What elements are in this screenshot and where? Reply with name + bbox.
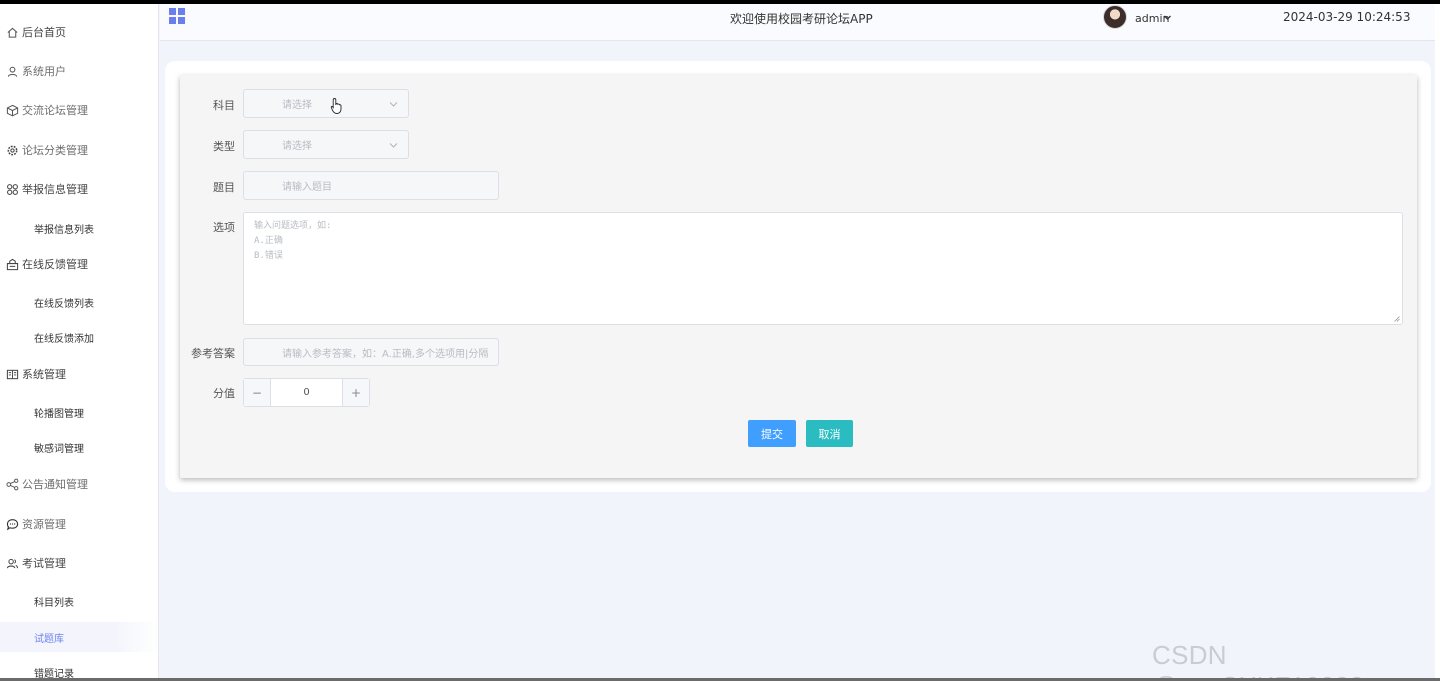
sidebar-item-exam[interactable]: 考试管理 — [0, 548, 158, 578]
user-icon — [5, 64, 19, 78]
submit-button[interactable]: 提交 — [748, 420, 796, 447]
sidebar-subitem-carousel[interactable]: 轮播图管理 — [0, 397, 158, 427]
sidebar-item-home[interactable]: 后台首页 — [0, 17, 158, 47]
subject-placeholder: 请选择 — [282, 100, 312, 111]
watermark: CSDN @vx_CXKF10088 — [1152, 640, 1364, 681]
sidebar-item-label: 敏感词管理 — [34, 443, 84, 455]
share-icon — [5, 477, 19, 491]
users-icon — [5, 556, 19, 570]
cube-icon — [5, 103, 19, 117]
chat-icon — [5, 517, 19, 531]
type-label: 类型 — [213, 140, 235, 153]
home-icon — [5, 25, 19, 39]
sidebar-item-label: 试题库 — [34, 633, 64, 645]
sidebar-item-label: 考试管理 — [22, 557, 66, 570]
score-label: 分值 — [213, 387, 235, 400]
gear-icon — [5, 143, 19, 157]
chevron-down-icon[interactable] — [1163, 13, 1172, 25]
avatar[interactable] — [1103, 5, 1127, 29]
options-placeholder-line: A.正确 — [254, 236, 283, 246]
sidebar-item-report[interactable]: 举报信息管理 — [0, 174, 158, 204]
sidebar-subitem-feedback-add[interactable]: 在线反馈添加 — [0, 322, 158, 352]
grid-four-icon — [5, 182, 19, 196]
sidebar-item-label: 后台首页 — [22, 26, 66, 39]
type-placeholder: 请选择 — [282, 141, 312, 152]
inbox-icon — [5, 257, 19, 271]
increase-button[interactable]: + — [342, 379, 369, 406]
sidebar-subitem-feedback-list[interactable]: 在线反馈列表 — [0, 287, 158, 317]
chevron-down-icon — [389, 142, 398, 148]
sidebar-item-label: 举报信息列表 — [34, 224, 94, 236]
menu-toggle-icon[interactable] — [169, 8, 185, 24]
sidebar-item-label: 资源管理 — [22, 518, 66, 531]
sidebar-subitem-wrong-records[interactable]: 错题记录 — [0, 657, 158, 679]
options-textarea[interactable]: 输入问题选项，如: A.正确 B.错误 — [243, 212, 1403, 325]
answer-placeholder: 请输入参考答案，如：A.正确,多个选项用|分隔 — [282, 348, 489, 360]
sidebar-item-resources[interactable]: 资源管理 — [0, 509, 158, 539]
top-header: 欢迎使用校园考研论坛APP admin 2024-03-29 10:24:53 — [160, 4, 1435, 41]
answer-label: 参考答案 — [191, 347, 235, 360]
sidebar-item-label: 举报信息管理 — [22, 183, 88, 196]
sidebar-item-forum[interactable]: 交流论坛管理 — [0, 95, 158, 125]
sidebar-subitem-report-list[interactable]: 举报信息列表 — [0, 213, 158, 243]
sidebar-item-feedback[interactable]: 在线反馈管理 — [0, 249, 158, 279]
book-icon — [5, 367, 19, 381]
sidebar-item-label: 在线反馈管理 — [22, 258, 88, 271]
question-input[interactable]: 请输入题目 — [243, 171, 499, 200]
sidebar-item-label: 公告通知管理 — [22, 478, 88, 491]
sidebar-item-label: 系统管理 — [22, 368, 66, 381]
decrease-button[interactable]: − — [244, 379, 271, 406]
options-placeholder-line: B.错误 — [254, 251, 283, 261]
answer-input[interactable]: 请输入参考答案，如：A.正确,多个选项用|分隔 — [243, 338, 499, 366]
sidebar-subitem-subject-list[interactable]: 科目列表 — [0, 586, 158, 616]
sidebar-item-label: 论坛分类管理 — [22, 144, 88, 157]
sidebar-item-notice[interactable]: 公告通知管理 — [0, 469, 158, 499]
chevron-down-icon — [389, 101, 398, 107]
sidebar-subitem-sensitive-words[interactable]: 敏感词管理 — [0, 432, 158, 462]
sidebar-item-label: 轮播图管理 — [34, 408, 84, 420]
sidebar-item-label: 错题记录 — [34, 668, 74, 679]
sidebar-subitem-question-bank[interactable]: 试题库 — [0, 622, 158, 652]
sidebar-item-system-users[interactable]: 系统用户 — [0, 56, 158, 86]
right-edge — [1435, 4, 1440, 678]
cancel-button[interactable]: 取消 — [806, 420, 853, 447]
datetime: 2024-03-29 10:24:53 — [1283, 10, 1411, 24]
sidebar-item-label: 系统用户 — [22, 65, 66, 78]
hand-cursor-icon — [330, 98, 342, 114]
app-title: 欢迎使用校园考研论坛APP — [730, 12, 873, 26]
sidebar: 后台首页 系统用户 交流论坛管理 论坛分类管理 举报信息管理 举报信息列表 在线… — [0, 4, 159, 678]
sidebar-item-label: 在线反馈添加 — [34, 333, 94, 345]
subject-label: 科目 — [213, 99, 235, 112]
score-value[interactable]: 0 — [271, 379, 342, 406]
sidebar-item-label: 在线反馈列表 — [34, 298, 94, 310]
question-placeholder: 请输入题目 — [282, 182, 332, 193]
sidebar-item-label: 科目列表 — [34, 597, 74, 609]
resize-handle-icon[interactable] — [1394, 316, 1400, 322]
options-placeholder-line: 输入问题选项，如: — [254, 221, 332, 231]
score-stepper[interactable]: − 0 + — [243, 378, 370, 407]
options-label: 选项 — [213, 221, 235, 234]
sidebar-item-label: 交流论坛管理 — [22, 104, 88, 117]
sidebar-item-forum-category[interactable]: 论坛分类管理 — [0, 135, 158, 165]
subject-select[interactable]: 请选择 — [243, 89, 409, 118]
type-select[interactable]: 请选择 — [243, 130, 409, 159]
question-label: 题目 — [213, 181, 235, 194]
sidebar-item-system[interactable]: 系统管理 — [0, 359, 158, 389]
